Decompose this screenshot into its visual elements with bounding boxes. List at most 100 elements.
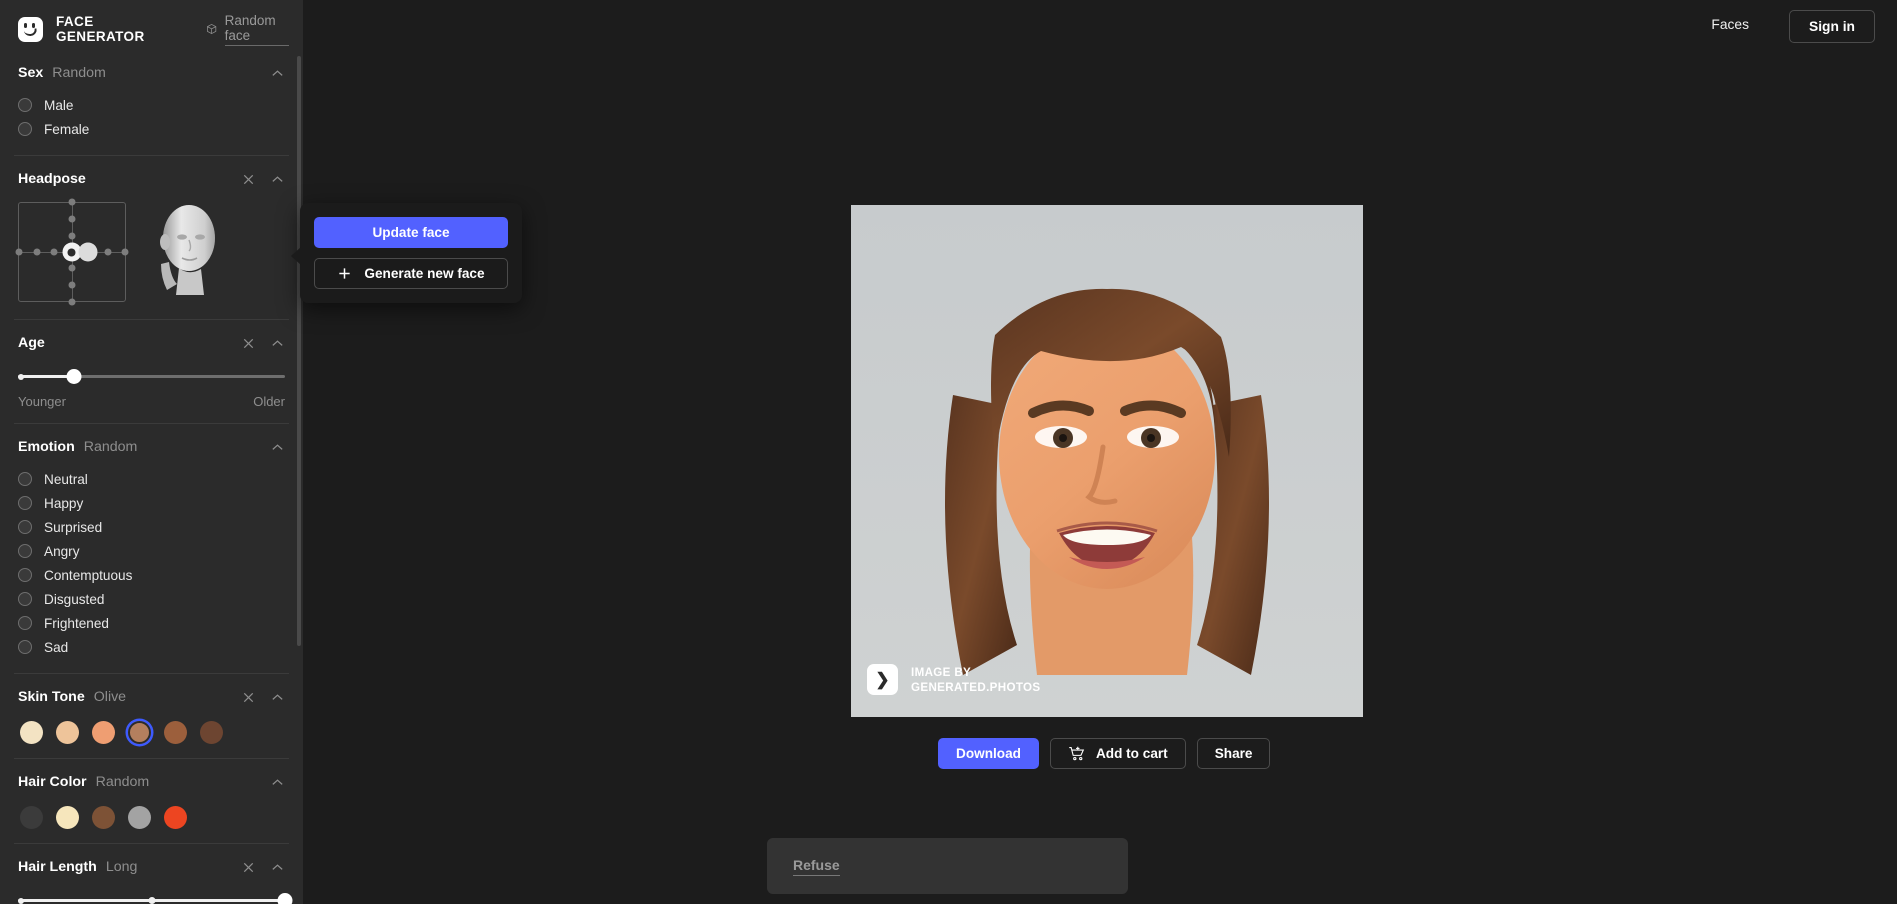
random-face-button[interactable]: Random face: [206, 13, 289, 46]
hair-length-slider[interactable]: [18, 892, 293, 904]
radio-label-disgusted: Disgusted: [44, 591, 105, 607]
hair-length-slider-thumb[interactable]: [277, 893, 293, 904]
radio-dot-icon: [18, 122, 32, 136]
chevron-up-icon-skin-tone[interactable]: [270, 690, 285, 705]
section-header-age: Age: [18, 332, 285, 354]
headpose-grid[interactable]: [15, 198, 129, 306]
skin-tone-swatch-5[interactable]: [200, 721, 223, 744]
age-max-label: Older: [253, 394, 285, 409]
chevron-up-icon-age[interactable]: [270, 336, 285, 351]
skin-tone-swatch-3[interactable]: [128, 721, 151, 744]
headpose-control[interactable]: [15, 198, 285, 306]
headpose-thumb-secondary[interactable]: [78, 242, 98, 262]
section-title-hair-color: Hair Color: [18, 774, 87, 790]
refuse-link[interactable]: Refuse: [793, 857, 840, 876]
close-icon-age[interactable]: [241, 336, 256, 351]
chevron-up-icon-hair-length[interactable]: [270, 860, 285, 875]
age-slider[interactable]: [18, 368, 285, 384]
section-hair-color: Hair Color Random: [14, 758, 289, 843]
skin-tone-swatch-4[interactable]: [164, 721, 187, 744]
radio-dot-icon: [18, 640, 32, 654]
face-actions-popup: Update face Generate new face: [291, 203, 522, 303]
hair-color-swatch-3[interactable]: [128, 806, 151, 829]
hair-color-swatch-4[interactable]: [164, 806, 187, 829]
cube-icon: [207, 24, 217, 34]
section-title-skin-tone: Skin Tone: [18, 689, 85, 705]
section-title-hair-length: Hair Length: [18, 859, 97, 875]
add-to-cart-label: Add to cart: [1095, 746, 1168, 761]
section-value-sex: Random: [52, 65, 106, 81]
section-value-hair-color: Random: [95, 774, 150, 790]
close-icon-hair-length[interactable]: [241, 860, 256, 875]
radio-label-surprised: Surprised: [44, 519, 103, 535]
close-icon-skin-tone[interactable]: [241, 690, 256, 705]
update-face-button[interactable]: Update face: [314, 217, 508, 248]
radio-option-surprised[interactable]: Surprised: [18, 515, 285, 539]
download-button[interactable]: Download: [938, 738, 1039, 769]
radio-option-angry[interactable]: Angry: [18, 539, 285, 563]
radio-option-disgusted[interactable]: Disgusted: [18, 587, 285, 611]
chevron-up-icon-hair-color[interactable]: [270, 775, 285, 790]
skin-tone-swatch-2[interactable]: [92, 721, 115, 744]
skin-tone-swatches: [18, 721, 285, 744]
plus-icon: [339, 268, 351, 279]
age-slider-thumb[interactable]: [66, 369, 82, 384]
hair-color-swatch-2[interactable]: [92, 806, 115, 829]
sign-in-button[interactable]: Sign in: [1789, 10, 1875, 43]
face-illustration: [851, 205, 1363, 717]
chevron-up-icon-sex[interactable]: [270, 66, 285, 81]
hair-color-swatches: [18, 806, 285, 829]
face-action-buttons: Download Add to cart Share: [938, 738, 1271, 769]
chevron-up-icon-headpose[interactable]: [270, 172, 285, 187]
faces-link[interactable]: Faces: [1711, 17, 1749, 32]
add-to-cart-button[interactable]: Add to cart: [1049, 738, 1186, 769]
section-emotion: Emotion Random Neutral Happy Surprised A…: [14, 423, 289, 673]
skin-tone-swatch-0[interactable]: [20, 721, 43, 744]
radio-group-emotion: Neutral Happy Surprised Angry Contemptuo…: [18, 467, 285, 659]
radio-dot-icon: [18, 616, 32, 630]
radio-option-neutral[interactable]: Neutral: [18, 467, 285, 491]
skin-tone-swatch-1[interactable]: [56, 721, 79, 744]
head-preview-icon: [160, 205, 215, 295]
radio-label-contemptuous: Contemptuous: [44, 567, 133, 583]
section-header-skin-tone: Skin Tone Olive: [18, 686, 285, 708]
section-skin-tone: Skin Tone Olive: [14, 673, 289, 758]
radio-label-sad: Sad: [44, 639, 69, 655]
radio-dot-icon: [18, 98, 32, 112]
radio-option-female[interactable]: Female: [18, 117, 285, 141]
section-value-emotion: Random: [83, 439, 138, 455]
refuse-panel: Refuse: [767, 838, 1128, 894]
section-title-age: Age: [18, 335, 45, 351]
hair-color-swatch-1[interactable]: [56, 806, 79, 829]
radio-option-happy[interactable]: Happy: [18, 491, 285, 515]
radio-option-sad[interactable]: Sad: [18, 635, 285, 659]
watermark: ❯ IMAGE BY GENERATED.PHOTOS: [867, 664, 1041, 695]
chevron-up-icon-emotion[interactable]: [270, 440, 285, 455]
generate-new-face-button[interactable]: Generate new face: [314, 258, 508, 289]
radio-label-frightened: Frightened: [44, 615, 109, 631]
topbar: Faces Sign in: [303, 0, 1897, 58]
radio-dot-icon: [18, 592, 32, 606]
hair-color-swatch-0[interactable]: [20, 806, 43, 829]
shopping-cart-icon: [1069, 746, 1085, 761]
share-button[interactable]: Share: [1196, 738, 1271, 769]
chevron-right-icon: ❯: [867, 664, 898, 695]
sidebar: FACE GENERATOR Random face Sex Random Ma…: [0, 0, 303, 904]
section-headpose: Headpose: [14, 155, 289, 319]
section-header-hair-length: Hair Length Long: [18, 856, 285, 878]
radio-option-male[interactable]: Male: [18, 93, 285, 117]
radio-label-male: Male: [44, 97, 74, 113]
random-face-label: Random face: [224, 13, 289, 46]
radio-option-frightened[interactable]: Frightened: [18, 611, 285, 635]
section-title-headpose: Headpose: [18, 171, 86, 187]
watermark-line-1: IMAGE BY: [911, 665, 972, 679]
generate-new-face-label: Generate new face: [364, 266, 485, 281]
radio-label-happy: Happy: [44, 495, 84, 511]
radio-option-contemptuous[interactable]: Contemptuous: [18, 563, 285, 587]
section-value-skin-tone: Olive: [93, 689, 127, 705]
generated-face-image[interactable]: ❯ IMAGE BY GENERATED.PHOTOS: [851, 205, 1363, 717]
close-icon-headpose[interactable]: [241, 172, 256, 187]
section-header-hair-color: Hair Color Random: [18, 771, 285, 793]
radio-label-angry: Angry: [44, 543, 80, 559]
face-logo-icon: [18, 16, 43, 42]
